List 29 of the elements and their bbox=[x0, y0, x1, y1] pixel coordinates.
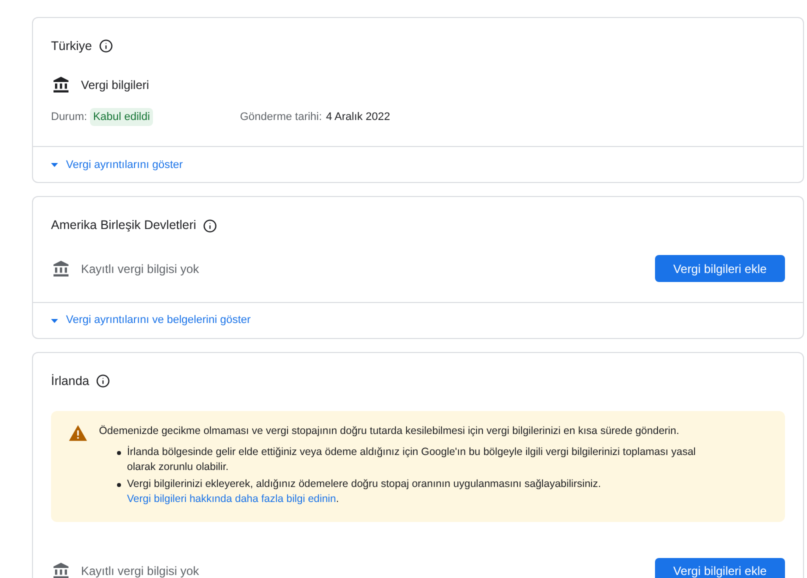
bank-icon bbox=[52, 562, 70, 578]
bank-icon bbox=[52, 76, 70, 94]
bullet-text: Vergi bilgilerinizi ekleyerek, aldığınız ödemelere doğru stopaj oranının uygulanmasını sağlayabilirsiniz. Vergi bilgileri hakkında daha fazla bilgi edinin. bbox=[127, 476, 602, 507]
bullet-text: İrlanda bölgesinde gelir elde ettiğiniz veya ödeme aldığınız için Google'ın bu bölgeyle ilgili vergi bilgilerinizi toplaması yasal olarak zorunlu olabilir. bbox=[127, 444, 697, 475]
show-details-link[interactable]: Vergi ayrıntılarını ve belgelerini göster bbox=[51, 312, 251, 329]
warning-text: Ödemenizde gecikme olmaması ve vergi stopajının doğru tutarda kesilebilmesi için vergi bilgilerinizi en kısa sürede gönderin. bbox=[99, 424, 680, 439]
caret-icon bbox=[51, 162, 58, 167]
info-icon[interactable] bbox=[98, 39, 113, 54]
status-label: Durum: bbox=[51, 110, 88, 125]
no-tax-info-text: Kayıtlı vergi bilgisi yok bbox=[81, 260, 200, 278]
add-tax-info-button[interactable]: Vergi bilgileri ekle bbox=[655, 558, 785, 578]
submission-date-label: Gönderme tarihi: bbox=[240, 110, 322, 125]
bank-icon bbox=[52, 260, 70, 278]
status-badge: Kabul edildi bbox=[90, 108, 153, 126]
no-tax-info-text: Kayıtlı vergi bilgisi yok bbox=[81, 563, 200, 578]
show-details-link[interactable]: Vergi ayrıntılarını göster bbox=[51, 156, 183, 173]
bullet-icon bbox=[117, 482, 121, 487]
country-title: Amerika Birleşik Devletleri bbox=[51, 217, 196, 234]
submission-date: 4 Aralık 2022 bbox=[326, 110, 390, 125]
add-tax-info-button[interactable]: Vergi bilgileri ekle bbox=[655, 255, 785, 282]
country-title: İrlanda bbox=[51, 373, 90, 390]
learn-more-link[interactable]: Vergi bilgileri hakkında daha fazla bilgi edinin bbox=[127, 492, 336, 505]
country-title: Türkiye bbox=[51, 38, 92, 55]
caret-icon bbox=[51, 318, 58, 322]
info-icon[interactable] bbox=[96, 374, 110, 388]
info-icon[interactable] bbox=[203, 218, 218, 233]
bullet-icon bbox=[117, 450, 121, 455]
warning-icon bbox=[69, 424, 87, 441]
tax-info-label: Vergi bilgileri bbox=[81, 76, 150, 94]
